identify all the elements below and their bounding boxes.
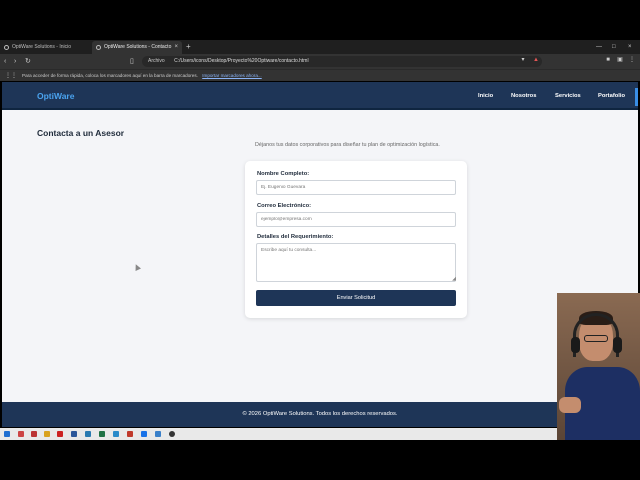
split-view-icon[interactable]: ▣ bbox=[616, 56, 624, 64]
contact-form: Nombre Completo: Correo Electrónico: Det… bbox=[245, 161, 467, 318]
word-icon[interactable] bbox=[71, 431, 77, 437]
bookmarks-bar: ⋮⋮ Para acceder de forma rápida, coloca … bbox=[0, 69, 640, 81]
app-icon[interactable] bbox=[31, 431, 37, 437]
headset-earcup-right bbox=[613, 337, 622, 353]
header-accent bbox=[635, 88, 638, 106]
site-logo[interactable]: OptiWare bbox=[37, 91, 74, 101]
tab-contacto[interactable]: OptiWare Solutions - Contacto × bbox=[92, 41, 182, 54]
folder-icon[interactable] bbox=[44, 431, 50, 437]
app-icon[interactable] bbox=[127, 431, 133, 437]
app-icon[interactable] bbox=[155, 431, 161, 437]
headset-earcup-left bbox=[571, 337, 580, 353]
site-header: OptiWare Inicio Nosotros Servicios Porta… bbox=[2, 82, 638, 110]
mouse-cursor-icon bbox=[133, 263, 141, 271]
minimize-icon[interactable]: — bbox=[596, 40, 602, 54]
nav-link-nosotros[interactable]: Nosotros bbox=[511, 93, 536, 99]
globe-icon bbox=[4, 45, 9, 50]
page-subtitle: Déjanos tus datos corporativos para dise… bbox=[255, 142, 440, 148]
chrome-icon[interactable] bbox=[169, 431, 175, 437]
browser-toolbar: ‹ › ↻ ▯ Archivo C:/Users/icons/Desktop/P… bbox=[0, 54, 640, 69]
details-textarea[interactable] bbox=[256, 243, 456, 282]
app-icon[interactable] bbox=[85, 431, 91, 437]
pdf-icon[interactable] bbox=[57, 431, 63, 437]
screen: OptiWare Solutions - Inicio OptiWare Sol… bbox=[0, 0, 640, 480]
webcam-person-hand bbox=[559, 397, 581, 413]
email-input[interactable] bbox=[256, 212, 456, 227]
menu-icon[interactable]: ⋮ bbox=[628, 56, 636, 64]
tab-label: OptiWare Solutions - Contacto bbox=[104, 44, 172, 50]
details-label: Detalles del Requerimiento: bbox=[257, 234, 334, 240]
maximize-icon[interactable]: □ bbox=[612, 40, 616, 54]
headset-icon bbox=[573, 313, 619, 357]
reload-icon[interactable]: ↻ bbox=[25, 56, 31, 67]
new-tab-icon[interactable]: + bbox=[186, 40, 191, 54]
nav-link-portafolio[interactable]: Portafolio bbox=[598, 93, 625, 99]
extension-icon[interactable]: ▾ bbox=[519, 56, 527, 64]
name-input[interactable] bbox=[256, 180, 456, 195]
globe-icon bbox=[96, 45, 101, 50]
app-icon[interactable] bbox=[141, 431, 147, 437]
apps-grid-icon[interactable]: ⋮⋮ bbox=[5, 73, 17, 79]
url-text: C:/Users/icons/Desktop/Proyecto%20Optiwa… bbox=[174, 58, 309, 64]
webcam-overlay bbox=[557, 293, 640, 440]
close-window-icon[interactable]: × bbox=[628, 40, 632, 54]
file-scheme-label: Archivo bbox=[148, 58, 165, 64]
submit-button[interactable]: Enviar Solicitud bbox=[256, 290, 456, 306]
profile-icon[interactable]: ■ bbox=[604, 56, 612, 64]
site-footer: © 2026 OptiWare Solutions. Todos los der… bbox=[2, 402, 638, 427]
bookmark-icon[interactable]: ▯ bbox=[130, 56, 134, 67]
copyright-text: © 2026 OptiWare Solutions. Todos los der… bbox=[242, 411, 398, 417]
bookmarks-hint: Para acceder de forma rápida, coloca los… bbox=[22, 73, 198, 78]
nav-link-servicios[interactable]: Servicios bbox=[555, 93, 581, 99]
excel-icon[interactable] bbox=[99, 431, 105, 437]
app-icon[interactable] bbox=[18, 431, 24, 437]
email-label: Correo Electrónico: bbox=[257, 203, 312, 209]
address-bar[interactable]: Archivo C:/Users/icons/Desktop/Proyecto%… bbox=[142, 56, 542, 67]
browser-tab-bar: OptiWare Solutions - Inicio OptiWare Sol… bbox=[0, 40, 640, 54]
tab-label: OptiWare Solutions - Inicio bbox=[12, 44, 72, 50]
start-icon[interactable] bbox=[4, 431, 10, 437]
close-tab-icon[interactable]: × bbox=[174, 41, 178, 54]
taskbar bbox=[0, 428, 640, 440]
resize-grip-icon[interactable]: ◢ bbox=[452, 276, 456, 282]
web-page: OptiWare Inicio Nosotros Servicios Porta… bbox=[2, 82, 638, 427]
forward-icon[interactable]: › bbox=[14, 56, 16, 67]
back-icon[interactable]: ‹ bbox=[4, 56, 6, 67]
app-icon[interactable] bbox=[113, 431, 119, 437]
import-bookmarks-link[interactable]: Importar marcadores ahora... bbox=[202, 73, 262, 78]
tab-inicio[interactable]: OptiWare Solutions - Inicio bbox=[0, 41, 88, 54]
extension-alert-icon[interactable]: ▲ bbox=[532, 56, 540, 64]
page-title: Contacta a un Asesor bbox=[37, 128, 125, 138]
name-label: Nombre Completo: bbox=[257, 171, 310, 177]
nav-link-inicio[interactable]: Inicio bbox=[478, 93, 493, 99]
